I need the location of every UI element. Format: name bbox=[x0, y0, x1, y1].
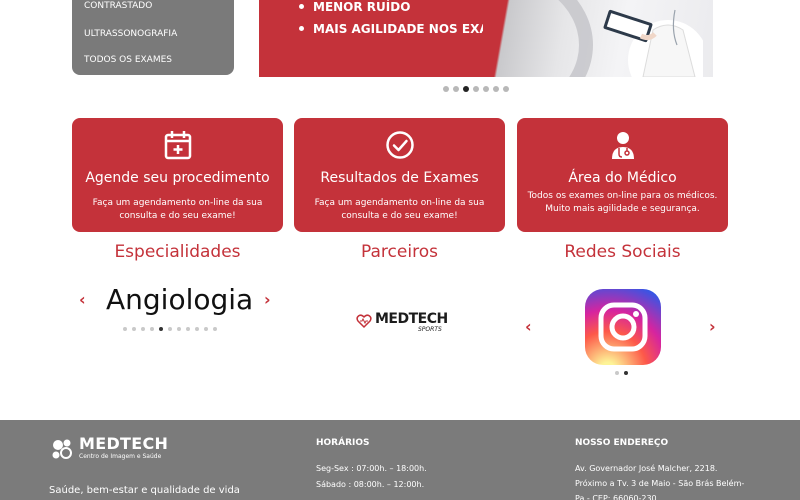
footer-address: Av. Governador José Malcher, 2218. Próxi… bbox=[575, 464, 745, 500]
specialties-pagination-dot[interactable] bbox=[132, 327, 136, 331]
specialties-pagination-dot[interactable] bbox=[123, 327, 127, 331]
specialties-pagination-dot[interactable] bbox=[204, 327, 208, 331]
partner-logo-sub: SPORTS bbox=[418, 326, 442, 333]
doctor-photo-icon bbox=[603, 9, 703, 77]
specialties-pagination-dot[interactable] bbox=[141, 327, 145, 331]
card-description: Faça um agendamento on-line da sua consu… bbox=[92, 198, 263, 221]
menu-item-contrastado[interactable]: CONTRASTADO bbox=[84, 0, 214, 12]
specialties-pagination bbox=[123, 327, 217, 331]
footer-brand-tagline: Centro de Imagem e Saúde bbox=[79, 453, 162, 460]
check-circle-icon bbox=[385, 131, 414, 159]
specialties-pagination-dot[interactable] bbox=[177, 327, 181, 331]
instagram-icon[interactable] bbox=[585, 289, 661, 365]
brand-logo-icon bbox=[52, 439, 72, 459]
banner-photo bbox=[483, 0, 713, 77]
specialty-name[interactable]: Angiologia bbox=[106, 283, 253, 316]
footer-address-title: NOSSO ENDEREÇO bbox=[575, 438, 669, 448]
specialties-pagination-dot[interactable] bbox=[195, 327, 199, 331]
banner-pagination-dot[interactable] bbox=[463, 86, 469, 92]
bullet-icon bbox=[299, 4, 304, 9]
chevron-right-icon[interactable]: › bbox=[709, 317, 716, 336]
social-pagination bbox=[615, 371, 628, 375]
card-title: Agende seu procedimento bbox=[85, 170, 270, 186]
section-title-specialties: Especialidades bbox=[114, 242, 241, 262]
footer-hours-saturday: Sábado : 08:00h. – 12:00h. bbox=[316, 480, 425, 489]
card-schedule[interactable]: Agende seu procedimento Faça um agendame… bbox=[72, 118, 283, 232]
side-menu: CONTRASTADO ULTRASSONOGRAFIA TODOS OS EX… bbox=[72, 0, 234, 75]
banner-pagination bbox=[443, 86, 509, 92]
footer-hours-weekdays: Seg-Sex : 07:00h. – 18:00h. bbox=[316, 464, 427, 473]
footer-brand-name: MEDTECH bbox=[79, 434, 169, 453]
card-description: Todos os exames on-line para os médicos.… bbox=[527, 191, 718, 214]
heart-logo-icon bbox=[356, 314, 372, 329]
banner-pagination-dot[interactable] bbox=[443, 86, 449, 92]
card-title: Área do Médico bbox=[568, 170, 677, 186]
specialties-pagination-dot[interactable] bbox=[159, 327, 163, 331]
section-title-partners: Parceiros bbox=[361, 242, 438, 262]
partner-logo-name: MEDTECH bbox=[375, 311, 448, 327]
hero-banner[interactable]: MENOR RUÍDO MAIS AGILIDADE NOS EXAMES bbox=[259, 0, 713, 77]
specialties-pagination-dot[interactable] bbox=[186, 327, 190, 331]
chevron-right-icon[interactable]: › bbox=[264, 290, 271, 309]
banner-pagination-dot[interactable] bbox=[453, 86, 459, 92]
card-title: Resultados de Exames bbox=[320, 170, 479, 186]
banner-curve-decoration bbox=[383, 0, 593, 77]
specialties-pagination-dot[interactable] bbox=[213, 327, 217, 331]
social-pagination-dot[interactable] bbox=[624, 371, 628, 375]
banner-pagination-dot[interactable] bbox=[503, 86, 509, 92]
page: CONTRASTADO ULTRASSONOGRAFIA TODOS OS EX… bbox=[0, 0, 800, 500]
chevron-left-icon[interactable]: ‹ bbox=[525, 317, 532, 336]
footer-brand[interactable]: MEDTECH Centro de Imagem e Saúde bbox=[49, 434, 169, 464]
doctor-icon bbox=[611, 132, 634, 159]
card-description: Faça um agendamento on-line da sua consu… bbox=[314, 198, 485, 221]
card-doctor-area[interactable]: Área do Médico Todos os exames on-line p… bbox=[517, 118, 728, 232]
banner-pagination-dot[interactable] bbox=[473, 86, 479, 92]
card-results[interactable]: Resultados de Exames Faça um agendamento… bbox=[294, 118, 505, 232]
calendar-plus-icon bbox=[164, 131, 191, 160]
footer-hours-title: HORÁRIOS bbox=[316, 438, 370, 448]
partner-logo[interactable]: MEDTECH SPORTS bbox=[356, 310, 448, 334]
specialties-pagination-dot[interactable] bbox=[168, 327, 172, 331]
menu-item-ultrassonografia[interactable]: ULTRASSONOGRAFIA bbox=[84, 28, 177, 40]
menu-item-todos-os-exames[interactable]: TODOS OS EXAMES bbox=[84, 54, 172, 66]
footer-slogan: Saúde, bem-estar e qualidade de vida bbox=[49, 485, 240, 496]
section-title-social: Redes Sociais bbox=[564, 242, 681, 262]
banner-pagination-dot[interactable] bbox=[493, 86, 499, 92]
chevron-left-icon[interactable]: ‹ bbox=[79, 290, 86, 309]
social-pagination-dot[interactable] bbox=[615, 371, 619, 375]
banner-pagination-dot[interactable] bbox=[483, 86, 489, 92]
footer: MEDTECH Centro de Imagem e Saúde Saúde, … bbox=[0, 420, 800, 500]
instagram-glyph-icon bbox=[598, 302, 648, 352]
bullet-icon bbox=[299, 26, 304, 31]
specialties-pagination-dot[interactable] bbox=[150, 327, 154, 331]
